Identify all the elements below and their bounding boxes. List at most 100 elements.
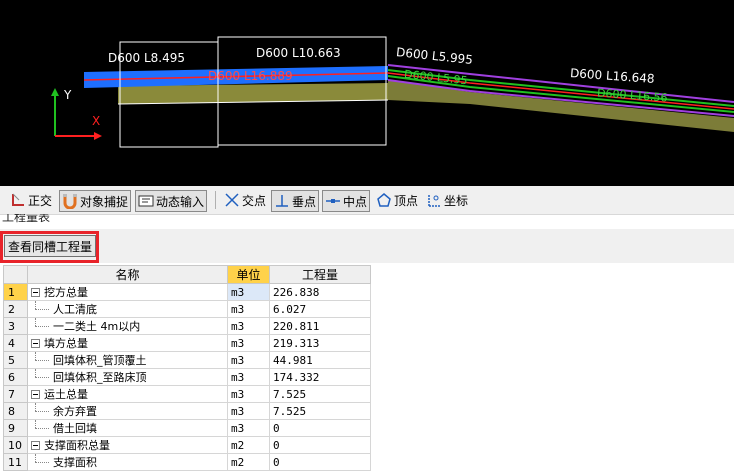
unit-cell[interactable]: m2 (227, 436, 270, 454)
snap-magnet-icon (62, 193, 78, 210)
name-cell[interactable]: 一二类土 4m以内 (27, 317, 228, 335)
axis-y-label: Y (64, 88, 72, 102)
unit-cell[interactable]: m3 (227, 385, 270, 403)
unit-cell[interactable]: m3 (227, 351, 270, 369)
name-cell[interactable]: 回填体积_管顶覆土 (27, 351, 228, 369)
row-number-header (3, 265, 28, 284)
name-text: 支撑面积总量 (44, 439, 110, 452)
panel-button-row: 查看同槽工程量 (0, 229, 734, 263)
collapse-minus-icon[interactable] (31, 389, 40, 399)
perpendicular-icon (274, 193, 290, 209)
name-text: 一二类土 4m以内 (53, 320, 141, 333)
unit-cell[interactable]: m3 (227, 283, 270, 301)
table-row[interactable]: 1 挖方总量 m3 226.838 (3, 283, 371, 301)
unit-cell[interactable]: m3 (227, 419, 270, 437)
panel-title: 工程量表 (2, 214, 51, 224)
name-cell[interactable]: 支撑面积 (27, 453, 228, 471)
row-number: 11 (3, 453, 28, 471)
dynamic-input-icon (138, 193, 154, 209)
quantity-column-header[interactable]: 工程量 (269, 265, 371, 284)
quantity-cell[interactable]: 219.313 (269, 334, 371, 352)
name-text: 人工清底 (53, 303, 97, 316)
quantity-cell[interactable]: 44.981 (269, 351, 371, 369)
name-column-header[interactable]: 名称 (27, 265, 228, 284)
object-snap-toggle[interactable]: 对象捕捉 (59, 190, 132, 212)
table-row[interactable]: 2 人工清底 m3 6.027 (3, 300, 371, 318)
row-number: 4 (3, 334, 28, 352)
unit-cell[interactable]: m3 (227, 334, 270, 352)
unit-cell[interactable]: m3 (227, 402, 270, 420)
table-header-row: 名称 单位 工程量 (3, 265, 371, 284)
table-row[interactable]: 7 运土总量 m3 7.525 (3, 385, 371, 403)
cad-canvas[interactable]: D600 L8.495 D600 L10.663 D600 L5.995 D60… (0, 0, 734, 186)
table-row[interactable]: 4 填方总量 m3 219.313 (3, 334, 371, 352)
quantity-cell[interactable]: 220.811 (269, 317, 371, 335)
quantity-cell[interactable]: 0 (269, 419, 371, 437)
quantity-cell[interactable]: 226.838 (269, 283, 371, 301)
coordinate-snap[interactable]: 坐标 (424, 190, 468, 210)
name-cell[interactable]: 回填体积_至路床顶 (27, 368, 228, 386)
collapse-minus-icon[interactable] (31, 338, 40, 348)
quantity-table: 名称 单位 工程量 1 挖方总量 m3 226.838 2 人工清底 m3 6.027 3 一二类… (3, 265, 371, 471)
table-row[interactable]: 9 借土回填 m3 0 (3, 419, 371, 437)
intersection-snap[interactable]: 交点 (222, 190, 266, 210)
dynamic-input-toggle[interactable]: 动态输入 (135, 190, 208, 212)
name-cell[interactable]: 人工清底 (27, 300, 228, 318)
quantity-cell[interactable]: 0 (269, 436, 371, 454)
name-text: 借土回填 (53, 422, 97, 435)
row-number: 2 (3, 300, 28, 318)
name-cell[interactable]: 余方弃置 (27, 402, 228, 420)
table-row[interactable]: 6 回填体积_至路床顶 m3 174.332 (3, 368, 371, 386)
collapse-minus-icon[interactable] (31, 287, 40, 297)
name-cell[interactable]: 支撑面积总量 (27, 436, 228, 454)
quantity-cell[interactable]: 7.525 (269, 402, 371, 420)
quantity-cell[interactable]: 174.332 (269, 368, 371, 386)
name-cell[interactable]: 挖方总量 (27, 283, 228, 301)
unit-cell[interactable]: m3 (227, 300, 270, 318)
collapse-minus-icon[interactable] (31, 440, 40, 450)
name-text: 回填体积_管顶覆土 (53, 354, 147, 367)
name-cell[interactable]: 运土总量 (27, 385, 228, 403)
intersection-icon (224, 192, 240, 208)
midpoint-icon (325, 193, 341, 209)
table-row[interactable]: 11 支撑面积 m2 0 (3, 453, 371, 471)
midpoint-snap[interactable]: 中点 (322, 190, 371, 212)
table-row[interactable]: 10 支撑面积总量 m2 0 (3, 436, 371, 454)
vertex-pentagon-icon (376, 192, 392, 208)
name-cell[interactable]: 借土回填 (27, 419, 228, 437)
name-text: 余方弃置 (53, 405, 97, 418)
tree-connector (35, 454, 53, 470)
unit-cell[interactable]: m3 (227, 368, 270, 386)
axis-x-label: X (92, 114, 101, 128)
table-row[interactable]: 5 回填体积_管顶覆土 m3 44.981 (3, 351, 371, 369)
tree-connector (35, 403, 53, 419)
name-text: 支撑面积 (53, 456, 97, 469)
pipe-label: D600 L10.663 (256, 46, 341, 60)
table-row[interactable]: 3 一二类土 4m以内 m3 220.811 (3, 317, 371, 335)
quantity-cell[interactable]: 0 (269, 453, 371, 471)
quantity-cell[interactable]: 6.027 (269, 300, 371, 318)
unit-column-header[interactable]: 单位 (227, 265, 270, 284)
row-number: 9 (3, 419, 28, 437)
unit-cell[interactable]: m2 (227, 453, 270, 471)
pipe-label-red: D600 L16.889 (208, 69, 293, 83)
row-number: 8 (3, 402, 28, 420)
name-text: 回填体积_至路床顶 (53, 371, 147, 384)
snap-toolbar: 正交 对象捕捉 动态输入 交点 垂点 中点 顶点 坐标 (0, 186, 734, 215)
pipe-label: D600 L8.495 (108, 51, 185, 65)
quantity-cell[interactable]: 7.525 (269, 385, 371, 403)
coordinate-icon (426, 192, 442, 208)
row-number: 3 (3, 317, 28, 335)
unit-cell[interactable]: m3 (227, 317, 270, 335)
perpendicular-snap[interactable]: 垂点 (271, 190, 320, 212)
name-text: 运土总量 (44, 388, 88, 401)
view-same-trench-button[interactable]: 查看同槽工程量 (4, 235, 97, 257)
table-row[interactable]: 8 余方弃置 m3 7.525 (3, 402, 371, 420)
tree-connector (35, 369, 53, 385)
tree-connector (35, 301, 53, 317)
row-number: 10 (3, 436, 28, 454)
name-cell[interactable]: 填方总量 (27, 334, 228, 352)
ortho-toggle[interactable]: 正交 (8, 190, 52, 210)
vertex-snap[interactable]: 顶点 (374, 190, 418, 210)
name-text: 挖方总量 (44, 286, 88, 299)
